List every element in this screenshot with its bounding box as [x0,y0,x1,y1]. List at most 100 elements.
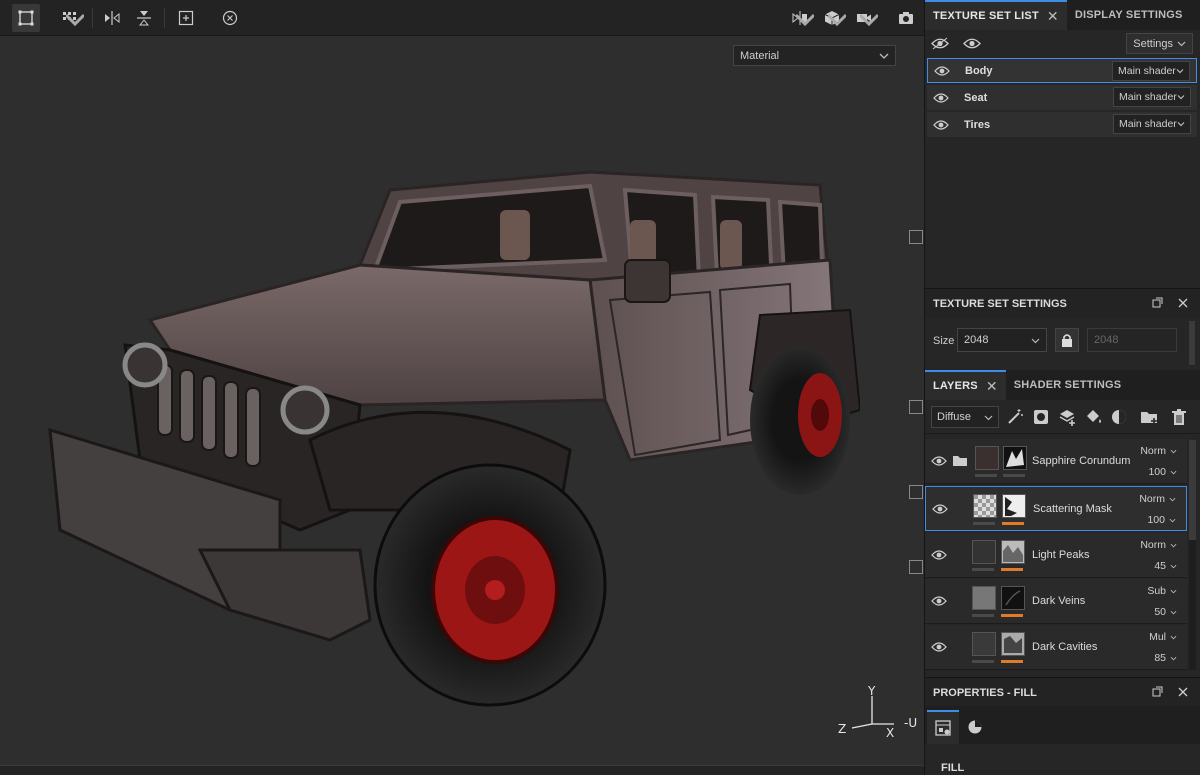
layer-row[interactable]: Dark Cavities Mul 85 [925,625,1187,670]
fit-icon [178,10,194,26]
tab-display-settings[interactable]: DISPLAY SETTINGS [1067,0,1191,30]
close-icon[interactable] [1177,686,1189,698]
opacity-dropdown[interactable]: 45 [1154,560,1177,572]
layers-scrollbar[interactable] [1189,440,1196,670]
camera-button[interactable] [850,4,878,32]
blend-mode-dropdown[interactable]: Norm [1139,493,1176,505]
scrollbar[interactable] [1189,321,1195,365]
scrollbar-thumb[interactable] [1189,440,1196,540]
properties-header: PROPERTIES - FILL [925,677,1200,707]
effect-wand-icon[interactable] [1005,407,1025,427]
split-view-button[interactable] [786,4,814,32]
lock-button[interactable] [1055,328,1079,352]
eye-icon[interactable] [934,65,950,77]
opacity-dropdown[interactable]: 50 [1154,606,1177,618]
opacity-dropdown[interactable]: 100 [1147,514,1176,526]
eye-icon[interactable] [933,119,949,131]
layer-thumbnail [975,446,999,470]
fill-layer-icon[interactable] [1083,407,1103,427]
layer-name: Scattering Mask [1033,503,1112,515]
eye-icon[interactable] [931,595,947,607]
visibility-toggle-icon[interactable] [931,37,949,50]
display-mode-button[interactable] [818,4,846,32]
select-tool-button[interactable] [12,4,40,32]
texture-set-name: Body [965,64,993,77]
texture-set-row[interactable]: Body Main shader [927,58,1197,83]
add-folder-icon[interactable] [1139,407,1159,427]
shader-dropdown[interactable]: Main shader [1112,61,1190,81]
tab-layers[interactable]: LAYERS ✕ [925,370,1006,400]
shader-label: Main shader [1118,65,1176,77]
chevron-down-icon [1170,610,1177,614]
texture-set-row[interactable]: Seat Main shader [927,85,1197,110]
chevron-down-icon [828,13,846,27]
trash-icon[interactable] [1169,407,1189,427]
blend-mode-dropdown[interactable]: Sub [1147,585,1177,597]
close-icon[interactable]: ✕ [986,378,998,395]
eye-icon[interactable] [932,503,948,515]
layer-name: Dark Cavities [1032,641,1098,653]
screenshot-button[interactable] [892,4,920,32]
shader-dropdown[interactable]: Main shader [1113,87,1191,107]
layer-row[interactable]: Light Peaks Norm 45 [925,533,1187,578]
tab-material-properties[interactable] [959,710,991,744]
chevron-down-icon [1170,564,1177,568]
edge-marker [909,560,923,574]
eye-icon[interactable] [933,92,949,104]
texture-set-row[interactable]: Tires Main shader [927,112,1197,137]
blend-mode-dropdown[interactable]: Mul [1149,631,1177,643]
layer-row[interactable]: Scattering Mask Norm 100 [925,486,1187,531]
texture-set-toolbar: Settings [925,30,1200,56]
mask-thumbnail [1001,540,1025,564]
opacity-value: 50 [1154,606,1166,618]
size-label: Size [933,335,955,347]
eye-icon[interactable] [931,549,947,561]
size-dropdown[interactable]: 2048 [957,328,1047,352]
mask-thumbnail [1001,632,1025,656]
tab-texture-set-list[interactable]: TEXTURE SET LIST ✕ [925,0,1067,30]
tab-fill-properties[interactable] [927,710,959,744]
fit-view-button[interactable] [172,4,200,32]
mask-pattern-icon [1003,545,1023,562]
grid-button[interactable] [56,4,84,32]
texture-set-settings-body: Size 2048 2048 [925,318,1200,368]
close-icon[interactable] [1177,297,1189,309]
chevron-down-icon [796,13,814,27]
eye-icon[interactable] [931,455,947,467]
layer-row[interactable]: Dark Veins Sub 50 [925,579,1187,624]
shader-dropdown[interactable]: Main shader [1113,114,1191,134]
blend-mode-dropdown[interactable]: Norm [1140,445,1177,457]
chevron-down-icon [66,13,84,27]
chevron-down-icon [1177,41,1186,47]
tab-shader-settings[interactable]: SHADER SETTINGS [1006,370,1130,400]
layer-row[interactable]: Sapphire Corundum Norm 100 [925,439,1187,484]
opacity-dropdown[interactable]: 85 [1154,652,1177,664]
channel-dropdown[interactable]: Diffuse [931,406,999,428]
jeep-3d-model[interactable] [30,150,860,710]
thumbnail-bar [972,660,994,663]
close-icon[interactable]: ✕ [1047,8,1059,25]
mirror-x-button[interactable] [98,4,126,32]
material-dropdown-value: Material [740,49,780,62]
mirror-y-icon [137,11,151,26]
chevron-down-icon [1170,589,1177,593]
viewport-3d[interactable]: Material Y Z X -U [0,0,924,775]
opacity-value: 45 [1154,560,1166,572]
material-dropdown[interactable]: Material [733,45,896,66]
blend-mode-dropdown[interactable]: Norm [1140,539,1177,551]
reset-camera-button[interactable] [216,4,244,32]
edge-marker [909,485,923,499]
eye-icon[interactable] [963,37,981,50]
settings-label: Settings [1133,37,1173,50]
layers-tab-bar: LAYERS ✕ SHADER SETTINGS [925,370,1200,400]
smart-material-icon[interactable] [1109,407,1129,427]
undock-icon[interactable] [1151,297,1163,309]
eye-icon[interactable] [931,641,947,653]
size-value: 2048 [964,334,989,346]
settings-dropdown[interactable]: Settings [1126,33,1193,54]
mirror-y-button[interactable] [130,4,158,32]
add-mask-icon[interactable] [1031,407,1051,427]
add-layer-icon[interactable] [1057,407,1077,427]
opacity-dropdown[interactable]: 100 [1148,466,1177,478]
undock-icon[interactable] [1151,686,1163,698]
